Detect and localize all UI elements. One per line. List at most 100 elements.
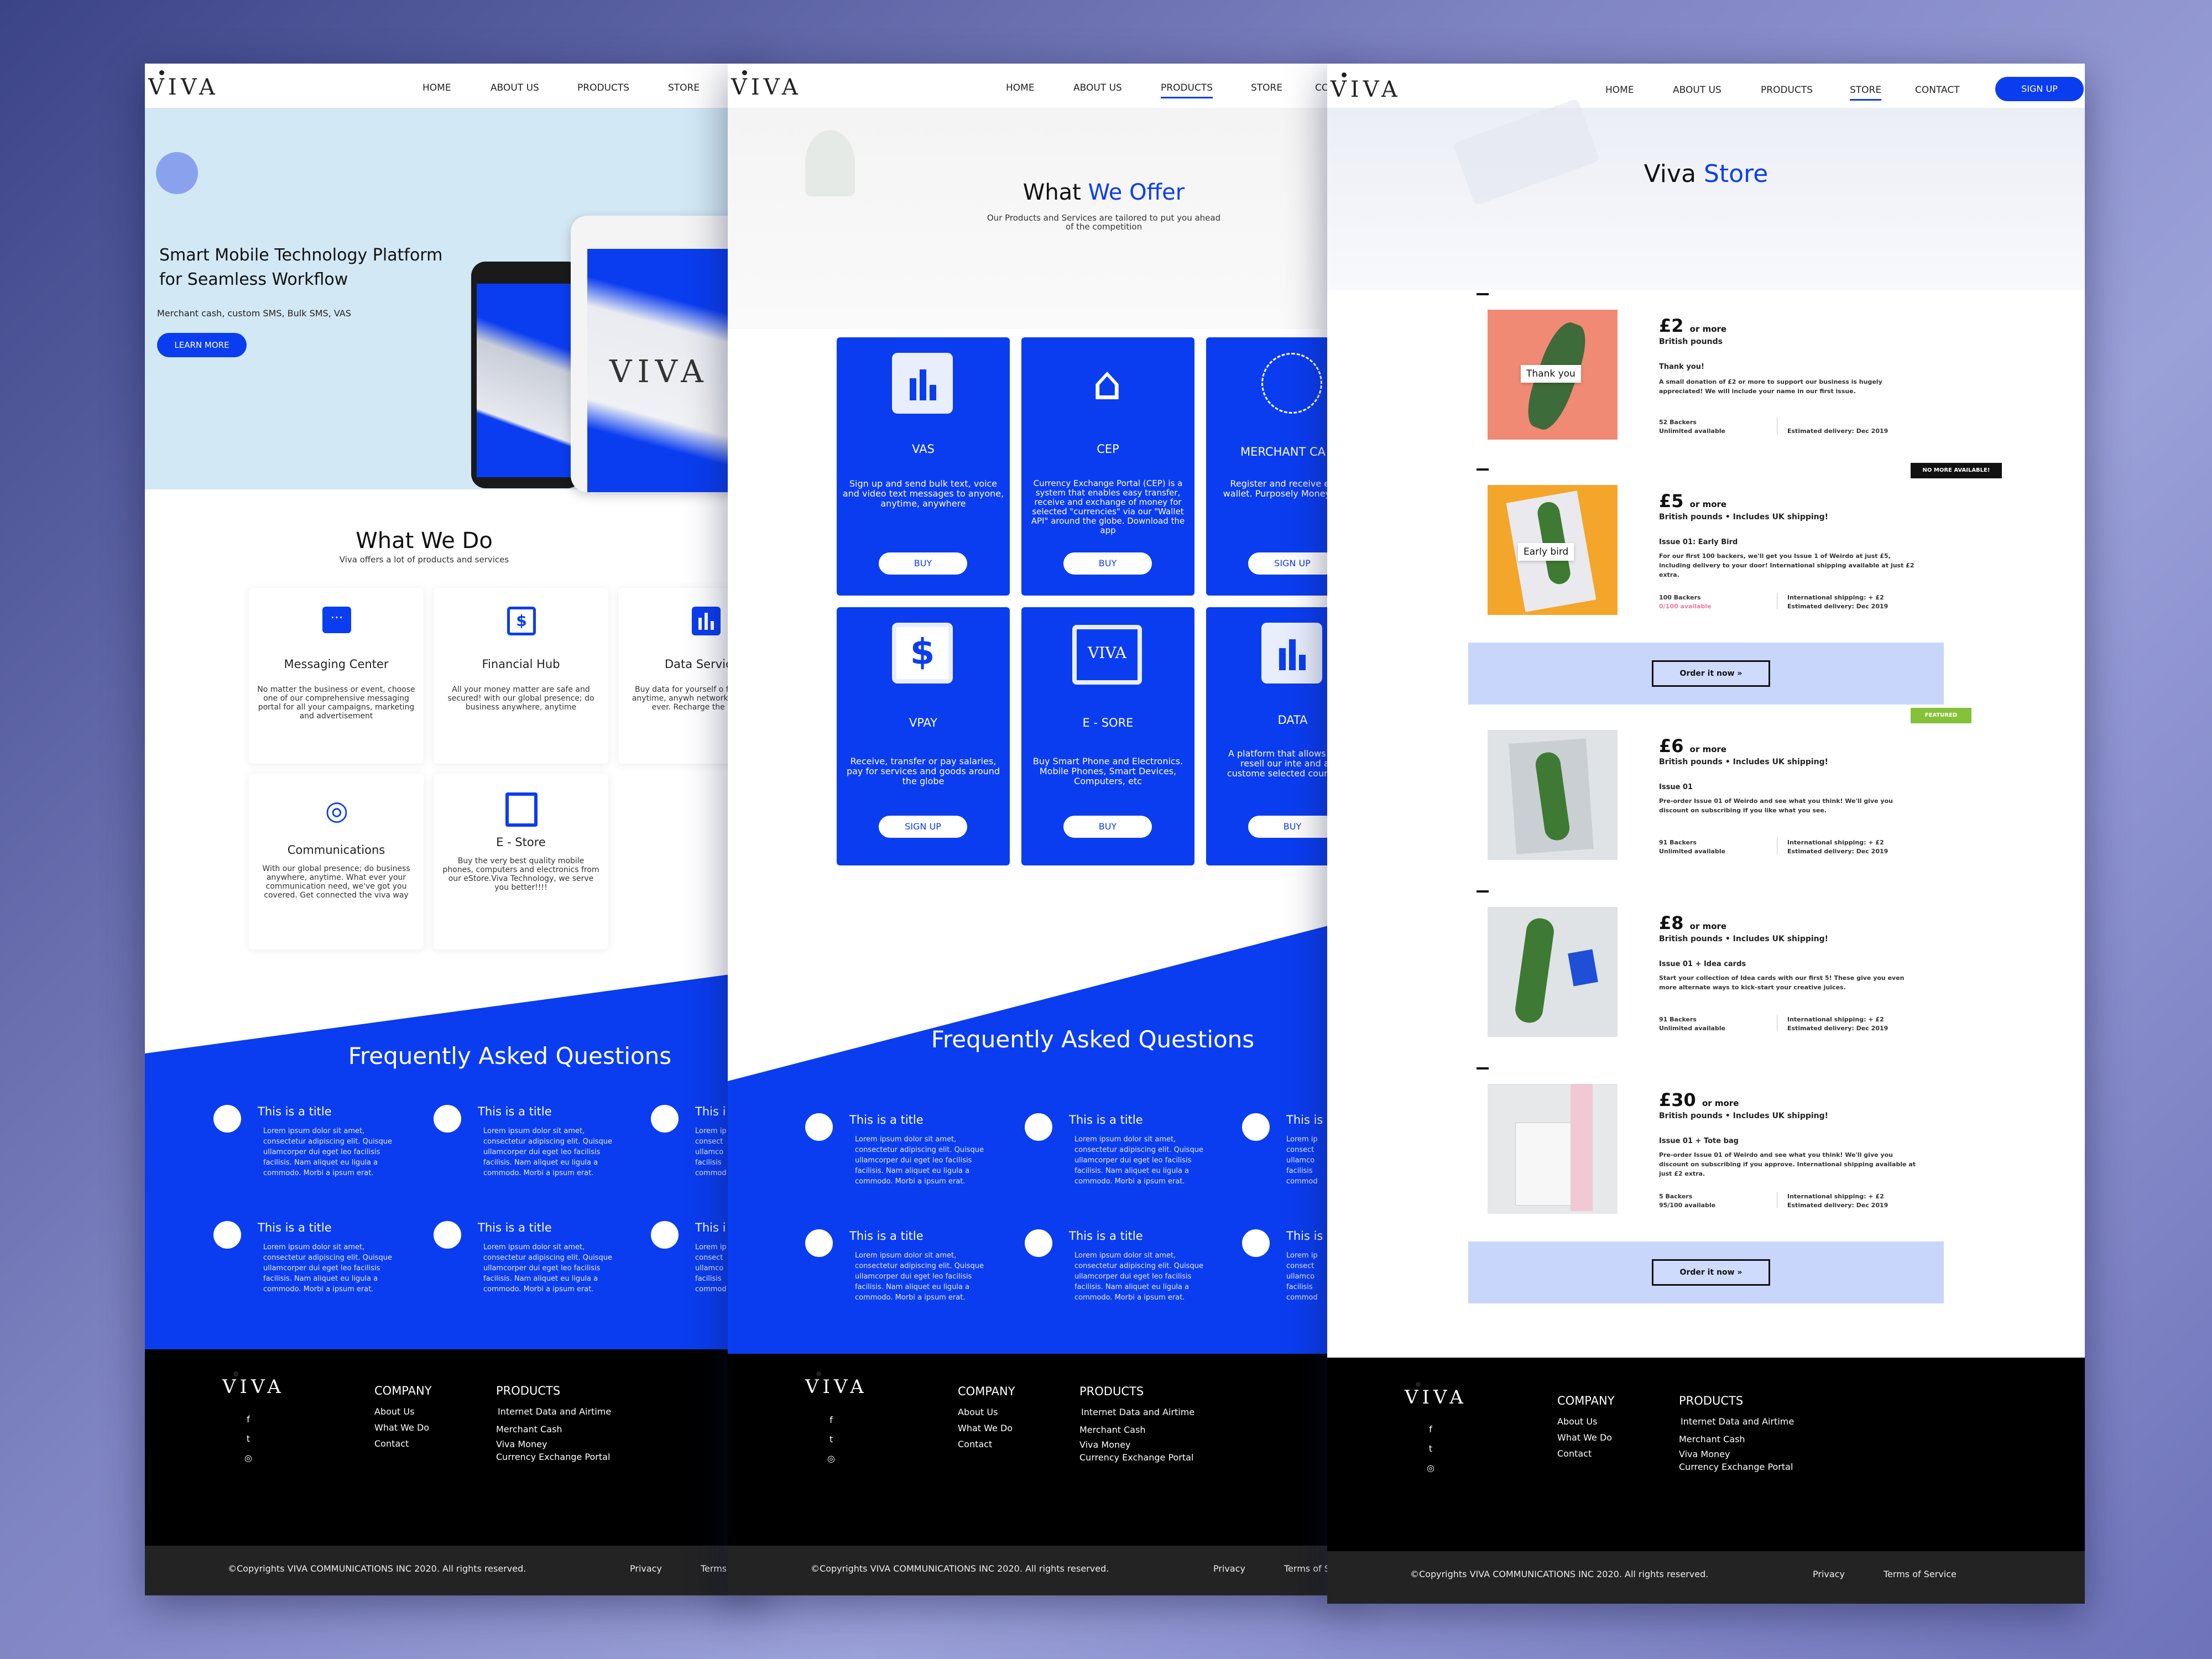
nav-home[interactable]: HOME bbox=[1006, 82, 1035, 93]
instagram-icon[interactable]: ◎ bbox=[1422, 1463, 1439, 1473]
nav-about[interactable]: ABOUT US bbox=[1673, 85, 1721, 96]
twitter-icon[interactable]: t bbox=[240, 1433, 257, 1444]
footer-link-what[interactable]: What We Do bbox=[958, 1420, 1013, 1436]
tier-delivery: Estimated delivery: Dec 2019 bbox=[1787, 427, 1888, 435]
tier-backers-count: 100 Backers bbox=[1659, 594, 1701, 601]
tier-backers: 5 Backers 95/100 available bbox=[1659, 1192, 1715, 1210]
twitter-icon[interactable]: t bbox=[1422, 1443, 1439, 1454]
tier-description: Pre-order Issue 01 of Weirdo and see wha… bbox=[1659, 797, 1893, 814]
tier-delivery: Estimated delivery: Dec 2019 bbox=[1787, 848, 1888, 855]
offer-card-merchant[interactable]: MERCHANT CA Register and receive e-c you… bbox=[1206, 337, 1347, 596]
footer-link-contact[interactable]: Contact bbox=[958, 1436, 992, 1452]
order-now-button[interactable]: Order it now » bbox=[1652, 660, 1770, 687]
footer-link-merchant[interactable]: Merchant Cash bbox=[496, 1421, 562, 1437]
nav-contact[interactable]: CONTACT bbox=[1915, 85, 1960, 96]
nav-home[interactable]: HOME bbox=[422, 82, 451, 93]
offer-card-cep[interactable]: ⌂ CEP Currency Exchange Portal (CEP) is … bbox=[1021, 337, 1194, 596]
footer-link-about[interactable]: About Us bbox=[374, 1404, 414, 1420]
learn-more-button[interactable]: LEARN MORE bbox=[157, 333, 247, 357]
footer-company-heading: COMPANY bbox=[958, 1385, 1015, 1398]
nav-products[interactable]: PRODUCTS bbox=[577, 82, 629, 93]
footer-link-what[interactable]: What We Do bbox=[1557, 1430, 1612, 1446]
faq-item-title: This is a title bbox=[258, 1105, 332, 1118]
terms-link[interactable]: Terms bbox=[701, 1563, 727, 1574]
store-header-bg bbox=[1327, 98, 2085, 290]
offer-card-data[interactable]: DATA A platform that allows retailers' t… bbox=[1206, 607, 1347, 865]
instagram-icon[interactable]: ◎ bbox=[823, 1453, 839, 1464]
footer-logo: VIVA bbox=[222, 1371, 285, 1398]
nav-store[interactable]: STORE bbox=[668, 82, 700, 93]
footer-link-cep[interactable]: Currency Exchange Portal bbox=[496, 1449, 610, 1465]
viva-logo[interactable]: VIVA bbox=[1331, 72, 1401, 102]
offer-card-estore[interactable]: VIVA E - SORE Buy Smart Phone and Electr… bbox=[1021, 607, 1194, 865]
terms-link[interactable]: Terms of S bbox=[1284, 1563, 1330, 1574]
tier-separator bbox=[1777, 1192, 1778, 1208]
facebook-icon[interactable]: f bbox=[1422, 1424, 1439, 1434]
footer-link-merchant[interactable]: Merchant Cash bbox=[1079, 1422, 1146, 1438]
offer-button[interactable]: SIGN UP bbox=[1248, 552, 1337, 575]
offer-button[interactable]: SIGN UP bbox=[879, 816, 967, 838]
tier-currency: British pounds • Includes UK shipping! bbox=[1659, 1112, 1829, 1120]
instagram-icon[interactable]: ◎ bbox=[240, 1453, 257, 1463]
nav-products[interactable]: PRODUCTS bbox=[1761, 85, 1813, 96]
bar-chart-icon bbox=[892, 353, 953, 414]
device-logo: VIVA bbox=[609, 354, 709, 390]
privacy-link[interactable]: Privacy bbox=[1213, 1563, 1245, 1574]
viva-logo[interactable]: VIVA bbox=[148, 70, 219, 100]
footer-link-internet[interactable]: Internet Data and Airtime bbox=[1681, 1413, 1794, 1430]
privacy-link[interactable]: Privacy bbox=[630, 1563, 662, 1574]
faq-bullet bbox=[434, 1105, 461, 1133]
privacy-link[interactable]: Privacy bbox=[1813, 1569, 1845, 1579]
signup-button[interactable]: SIGN UP bbox=[1995, 77, 2084, 101]
nav-products[interactable]: PRODUCTS bbox=[1161, 82, 1213, 98]
service-card-financial[interactable]: $ Financial Hub All your money matter ar… bbox=[434, 588, 608, 764]
nav-store[interactable]: STORE bbox=[1850, 85, 1882, 101]
facebook-icon[interactable]: f bbox=[240, 1414, 257, 1425]
offer-card-vas[interactable]: VAS Sign up and send bulk text, voice an… bbox=[837, 337, 1010, 596]
nav-contact[interactable]: CC bbox=[1315, 82, 1328, 93]
service-desc: All your money matter are safe and secur… bbox=[447, 685, 594, 712]
copyright-text: ©Copyrights VIVA COMMUNICATIONS INC 2020… bbox=[1410, 1569, 1709, 1579]
order-now-button[interactable]: Order it now » bbox=[1652, 1259, 1770, 1286]
faq-item-body: Lorem ipsum dolor sit amet, consectetur … bbox=[855, 1251, 984, 1302]
nav-about[interactable]: ABOUT US bbox=[491, 82, 539, 93]
footer-link-internet[interactable]: Internet Data and Airtime bbox=[1081, 1404, 1194, 1420]
service-card-estore[interactable]: E - Store Buy the very best quality mobi… bbox=[434, 774, 608, 950]
facebook-icon[interactable]: f bbox=[823, 1415, 839, 1425]
footer-link-internet[interactable]: Internet Data and Airtime bbox=[498, 1404, 611, 1420]
nav-store[interactable]: STORE bbox=[1251, 82, 1282, 93]
footer-link-merchant[interactable]: Merchant Cash bbox=[1679, 1431, 1745, 1447]
tier-delivery: Estimated delivery: Dec 2019 bbox=[1787, 1202, 1888, 1209]
tier-backers: 52 Backers Unlimited available bbox=[1659, 418, 1725, 436]
footer-link-cep[interactable]: Currency Exchange Portal bbox=[1079, 1449, 1193, 1465]
offer-card-vpay[interactable]: $ VPAY Receive, transfer or pay salaries… bbox=[837, 607, 1010, 865]
offer-button[interactable]: BUY bbox=[879, 552, 967, 575]
faq-title: Frequently Asked Questions bbox=[931, 1026, 1255, 1053]
viva-logo[interactable]: VIVA bbox=[731, 70, 802, 100]
offer-button[interactable]: BUY bbox=[1063, 816, 1152, 838]
copyright-bar: ©Copyrights VIVA COMMUNICATIONS INC 2020… bbox=[145, 1546, 759, 1595]
nav-home[interactable]: HOME bbox=[1605, 85, 1634, 96]
footer-link-about[interactable]: About Us bbox=[1557, 1413, 1597, 1430]
footer-link-about[interactable]: About Us bbox=[958, 1404, 998, 1420]
copyright-bar: ©Copyrights VIVA COMMUNICATIONS INC 2020… bbox=[728, 1546, 1347, 1595]
footer-link-contact[interactable]: Contact bbox=[1557, 1446, 1592, 1462]
tier-marker bbox=[1477, 1067, 1489, 1070]
footer-link-cep[interactable]: Currency Exchange Portal bbox=[1679, 1459, 1793, 1475]
offer-button[interactable]: BUY bbox=[1248, 816, 1337, 838]
tier-shipping: International shipping: + £2 Estimated de… bbox=[1787, 1192, 1888, 1210]
tier-price-value: £6 bbox=[1659, 735, 1684, 757]
footer-link-what[interactable]: What We Do bbox=[374, 1420, 429, 1436]
tier-ship-cost: International shipping: + £2 bbox=[1787, 839, 1884, 846]
service-desc: No matter the business or event, choose … bbox=[257, 685, 415, 721]
nav-about[interactable]: ABOUT US bbox=[1073, 82, 1122, 93]
tier-price-suffix: or more bbox=[1689, 324, 1727, 334]
terms-link[interactable]: Terms of Service bbox=[1884, 1569, 1957, 1579]
service-card-communications[interactable]: ◎ Communications With our global presenc… bbox=[249, 774, 424, 950]
tier-availability: 0/100 available bbox=[1659, 603, 1712, 610]
offer-button[interactable]: BUY bbox=[1063, 552, 1152, 575]
twitter-icon[interactable]: t bbox=[823, 1434, 839, 1444]
footer-link-contact[interactable]: Contact bbox=[374, 1436, 409, 1452]
faq-item-body: Lorem ipsum dolor sit amet, consectetur … bbox=[1074, 1251, 1203, 1302]
service-card-messaging[interactable]: ··· Messaging Center No matter the busin… bbox=[249, 588, 424, 764]
